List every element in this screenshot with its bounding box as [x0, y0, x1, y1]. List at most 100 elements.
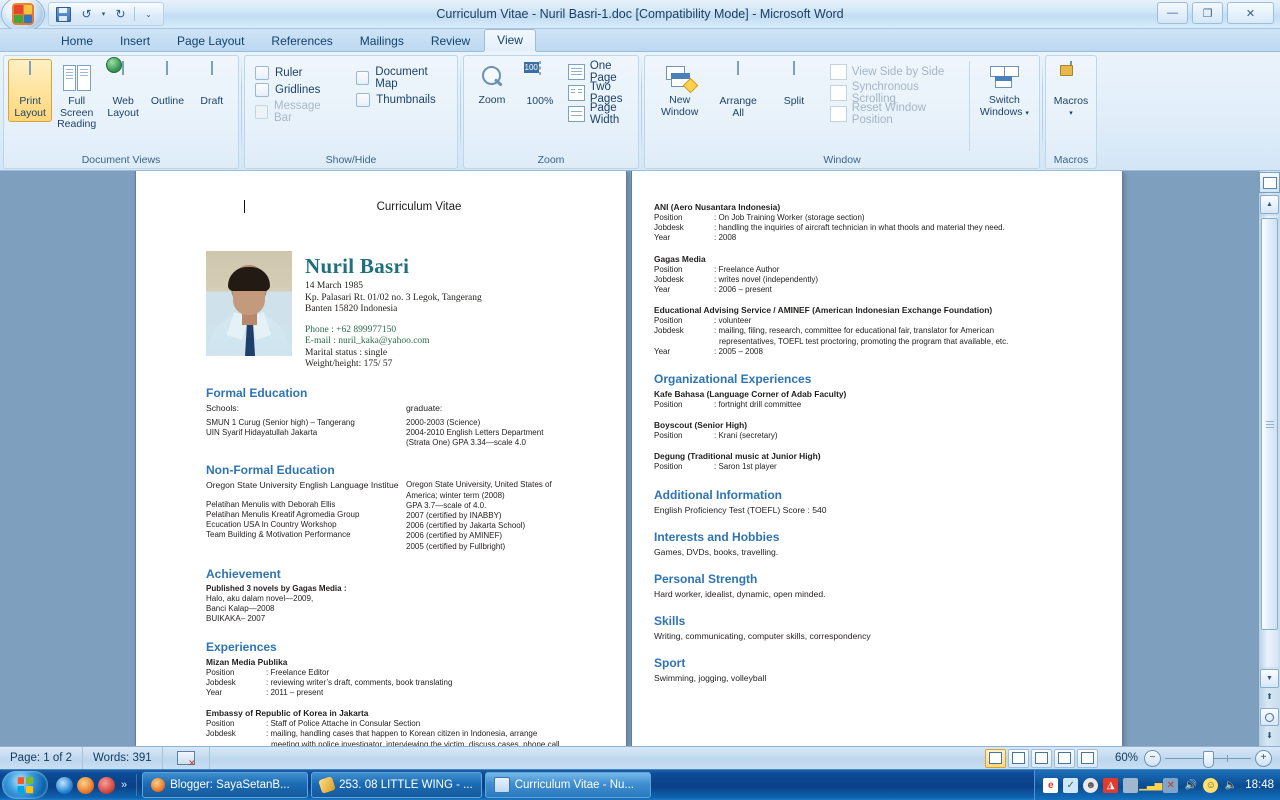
cv-address-line-2: Banten 15820 Indonesia [305, 304, 398, 314]
web-layout-label-1: Web [112, 95, 134, 107]
status-draft-button[interactable] [1077, 748, 1098, 768]
zoom-100-button[interactable]: 100 100% [516, 59, 564, 111]
tab-mailings[interactable]: Mailings [347, 30, 417, 51]
checkbox-document-map[interactable]: Document Map [356, 66, 447, 90]
non-formal-left-2: Pelatihan Menulis with Deborah Ellis [206, 499, 336, 509]
organizational-row: Position: fortnight drill committee [654, 400, 802, 410]
zoom-dialog-button[interactable]: Zoom [468, 59, 516, 110]
previous-page-button[interactable]: ⬆ [1261, 688, 1278, 705]
tab-review[interactable]: Review [418, 30, 483, 51]
page-width-button[interactable]: Page Width [564, 102, 634, 126]
status-print-layout-button[interactable] [985, 748, 1006, 768]
section-heading-personal-strength: Personal Strength [654, 572, 758, 587]
next-page-button[interactable]: ⬇ [1261, 727, 1278, 744]
tab-insert[interactable]: Insert [107, 30, 163, 51]
experience-row: Jobdesk: writes novel (independently) [654, 274, 819, 284]
tab-home[interactable]: Home [48, 30, 106, 51]
non-formal-right-4: 2006 (certified by AMINEF) [406, 531, 503, 541]
zoom-slider[interactable]: − + [1144, 749, 1272, 768]
firefox-icon[interactable] [77, 776, 94, 794]
macros-button[interactable]: Macros ▾ [1050, 59, 1092, 122]
web-layout-icon [106, 57, 138, 93]
group-label-zoom: Zoom [537, 154, 565, 166]
section-heading-sport: Sport [654, 656, 686, 671]
system-tray: e ✓ ☻ ◮ ▁▃▅ ✕ 🔊 ☺ 🔈 18:48 [1034, 770, 1280, 800]
status-full-screen-reading-button[interactable] [1008, 748, 1029, 768]
draft-button[interactable]: Draft [190, 59, 234, 111]
select-browse-object-button[interactable] [1260, 708, 1279, 726]
checkbox-thumbnails[interactable]: Thumbnails [356, 93, 447, 107]
print-layout-button[interactable]: Print Layout [8, 59, 53, 122]
taskbar-item-blogger[interactable]: Blogger: SayaSetanB... [142, 772, 309, 798]
volume-icon[interactable]: 🔈 [1223, 778, 1238, 793]
right-experience-org-2: Gagas Media [654, 253, 706, 264]
macros-chevron-down-icon[interactable]: ▾ [1069, 108, 1073, 120]
outline-icon [152, 61, 182, 93]
zoom-slider-handle[interactable] [1203, 750, 1214, 768]
quick-launch-overflow-icon[interactable]: » [121, 779, 127, 791]
tab-view[interactable]: View [484, 29, 536, 51]
opera-icon[interactable] [98, 776, 115, 794]
two-pages-button[interactable]: Two Pages [564, 81, 634, 105]
scroll-down-button[interactable]: ▼ [1260, 669, 1279, 688]
split-button[interactable]: Split [766, 59, 822, 111]
status-page-number[interactable]: Page: 1 of 2 [0, 747, 84, 769]
signal-icon[interactable]: ▁▃▅ [1139, 778, 1162, 793]
status-outline-button[interactable] [1054, 748, 1075, 768]
speaker-icon[interactable]: 🔊 [1183, 778, 1198, 793]
tab-references[interactable]: References [258, 30, 345, 51]
avira-icon[interactable]: ◮ [1103, 777, 1119, 793]
web-layout-button[interactable]: Web Layout [101, 57, 145, 122]
smiley-icon[interactable]: ☻ [1083, 777, 1099, 793]
zoom-slider-track[interactable] [1165, 750, 1251, 768]
reset-window-position-button: Reset Window Position [826, 102, 963, 126]
scrollbar-track[interactable] [1261, 216, 1278, 667]
organizational-org-3: Degung (Traditional music at Junior High… [654, 451, 821, 462]
network-error-icon[interactable]: ✕ [1163, 777, 1179, 793]
one-page-button[interactable]: One Page [564, 60, 634, 84]
scrollbar-thumb[interactable] [1261, 218, 1278, 630]
document-workspace[interactable]: Curriculum Vitae Nuril Basri 14 March 19… [0, 171, 1280, 746]
view-side-by-side-label: View Side by Side [851, 65, 945, 78]
outline-button[interactable]: Outline [145, 59, 189, 111]
zoom-in-button[interactable]: + [1255, 749, 1272, 767]
taskbar-item-media-player[interactable]: 253. 08 LITTLE WING - ... [311, 772, 482, 798]
close-button[interactable]: ✕ [1227, 2, 1274, 24]
status-proofing-errors[interactable] [163, 747, 210, 769]
non-formal-education-table: Oregon State University English Language… [206, 480, 592, 551]
select-browse-object-top-icon[interactable] [1259, 172, 1280, 193]
blank-icon[interactable] [1123, 777, 1139, 793]
checkbox-gridlines[interactable]: Gridlines [255, 83, 336, 97]
network-icon[interactable]: e [1043, 777, 1059, 793]
document-page-2[interactable]: ANI (Aero Nusantara Indonesia) Position:… [632, 171, 1122, 746]
tab-page-layout[interactable]: Page Layout [164, 30, 257, 51]
restore-button[interactable]: ❐ [1192, 2, 1223, 24]
checkbox-ruler[interactable]: Ruler [255, 66, 336, 80]
scroll-up-button[interactable]: ▲ [1260, 195, 1279, 214]
experience-row: Jobdesk: reviewing writer’s draft, comme… [206, 677, 453, 687]
shield-icon[interactable]: ✓ [1063, 777, 1079, 793]
experience-entry-2: Embassy of Republic of Korea in Jakarta … [206, 708, 592, 746]
reset-window-position-icon [829, 105, 847, 122]
arrange-all-label-1: Arrange [719, 95, 757, 107]
status-web-layout-button[interactable] [1031, 748, 1052, 768]
taskbar-clock[interactable]: 18:48 [1245, 779, 1274, 791]
new-window-button[interactable]: New Window [649, 59, 710, 121]
status-zoom-level[interactable]: 60% [1104, 752, 1138, 764]
document-page-1[interactable]: Curriculum Vitae Nuril Basri 14 March 19… [136, 171, 626, 746]
internet-explorer-icon[interactable] [56, 776, 73, 794]
full-screen-reading-button[interactable]: Full Screen Reading [52, 59, 101, 134]
smiley2-icon[interactable]: ☺ [1203, 777, 1219, 793]
arrange-all-button[interactable]: Arrange All [710, 59, 766, 122]
ribbon-separator-4 [1042, 58, 1043, 154]
start-button[interactable] [2, 771, 48, 799]
taskbar-item-word[interactable]: Curriculum Vitae - Nu... [484, 772, 651, 798]
vertical-scrollbar[interactable]: ▲ ▼ ⬆ ⬇ [1258, 171, 1280, 746]
zoom-out-button[interactable]: − [1144, 749, 1161, 767]
experience-row: Year: 2006 – present [654, 285, 772, 295]
minimize-button[interactable]: — [1157, 2, 1188, 24]
view-shortcut-buttons [985, 748, 1098, 768]
status-word-count[interactable]: Words: 391 [83, 747, 163, 769]
personal-strength-body: Hard worker, idealist, dynamic, open min… [654, 589, 826, 600]
switch-windows-button[interactable]: Switch Windows ▾ [974, 59, 1035, 122]
